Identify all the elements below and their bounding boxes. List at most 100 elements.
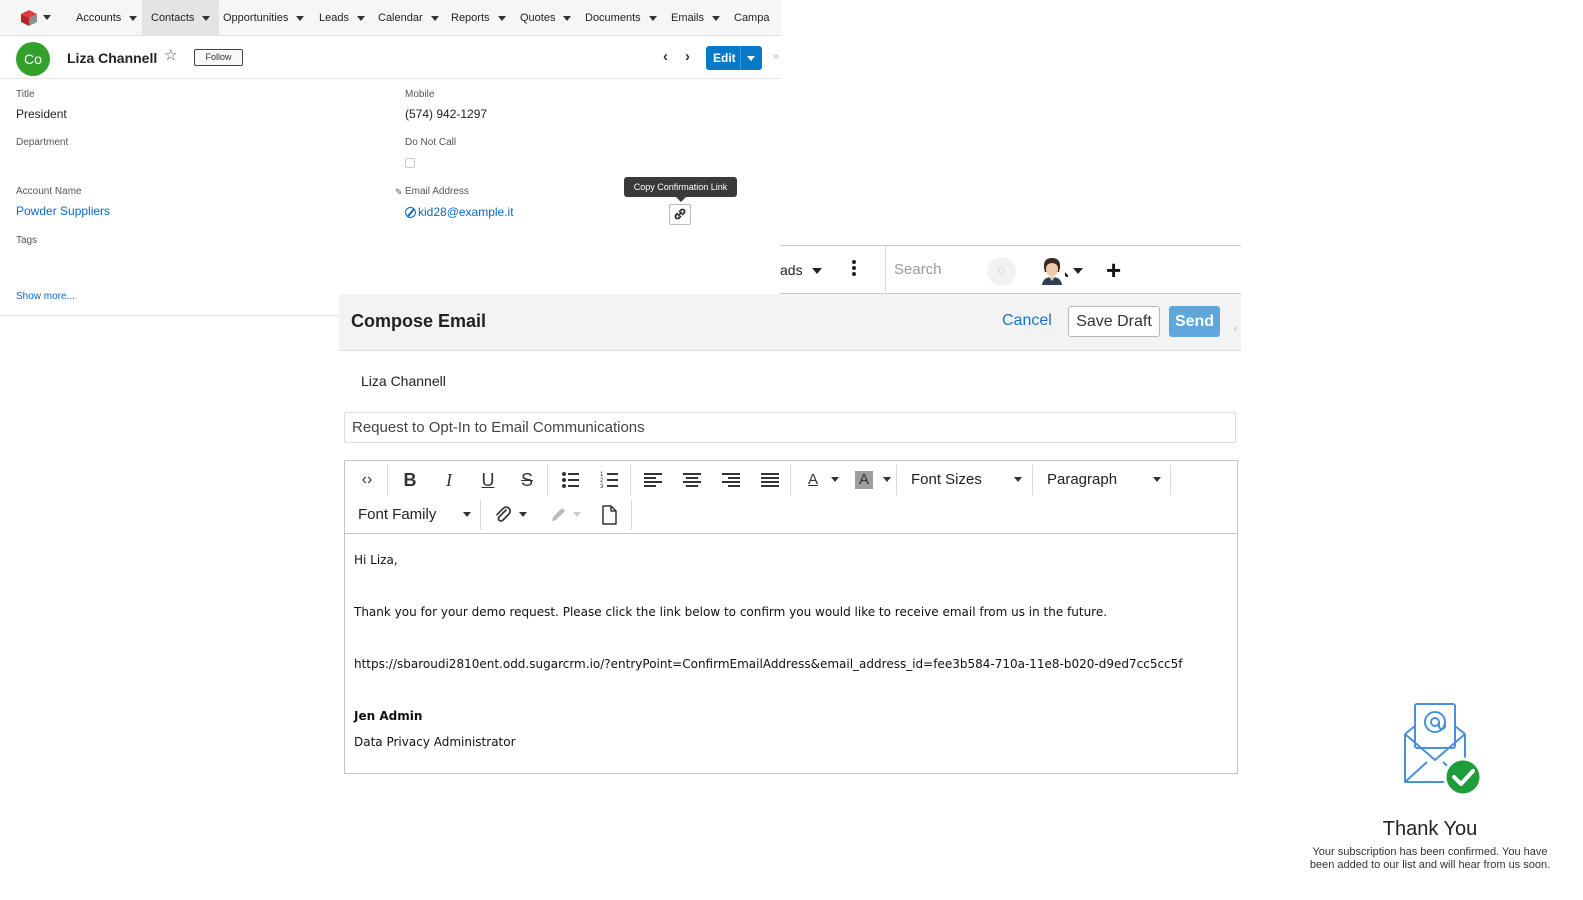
nav-tab-contacts[interactable]: Contacts [142, 0, 220, 36]
mobile-label: Mobile [405, 89, 435, 100]
toolbar-divider [547, 465, 548, 495]
nav-tab-label: Leads [319, 12, 349, 24]
title-value[interactable]: President [16, 107, 67, 121]
copy-confirmation-link-button[interactable] [669, 204, 691, 225]
chevron-down-icon[interactable] [519, 512, 527, 517]
strikethrough-icon[interactable]: S [514, 467, 540, 493]
nav-tab-documents[interactable]: Documents [585, 0, 657, 36]
chevron-down-icon[interactable] [812, 268, 822, 274]
align-justify-icon[interactable] [757, 467, 783, 493]
more-options-icon[interactable] [852, 260, 856, 280]
nav-tab-campaigns[interactable]: Campa [734, 0, 769, 36]
text-color-icon[interactable]: A [800, 467, 826, 493]
nav-tab-reports[interactable]: Reports [451, 0, 506, 36]
background-color-icon[interactable]: A [855, 471, 873, 489]
follow-button[interactable]: Follow [194, 49, 243, 66]
edit-button-label: Edit [713, 51, 736, 65]
thank-you-message-line: Your subscription has been confirmed. Yo… [1312, 846, 1548, 858]
edit-button[interactable]: Edit [706, 46, 762, 70]
source-code-icon[interactable]: ‹› [354, 467, 380, 493]
nav-tab-leads[interactable]: Leads [319, 0, 365, 36]
editor-toolbar: ‹› B I U S 123 A A Font Sizes Paragraph … [345, 461, 1237, 534]
actions-caret-icon[interactable] [747, 56, 755, 61]
align-right-icon[interactable] [718, 467, 744, 493]
tags-label: Tags [16, 235, 38, 246]
nav-tab-label: Emails [671, 12, 705, 24]
send-button[interactable]: Send [1169, 306, 1220, 337]
favorite-star-icon[interactable]: ☆ [164, 48, 177, 64]
toolbar-divider [387, 465, 388, 495]
contact-avatar: Co [16, 42, 50, 76]
edit-button-divider [740, 46, 741, 70]
toolbar-divider [1170, 465, 1171, 495]
email-address-label: Email Address [405, 186, 469, 197]
chevron-down-icon[interactable] [831, 477, 839, 482]
sugar-cube-logo-icon[interactable] [20, 9, 38, 27]
show-more-link[interactable]: Show more... [16, 291, 75, 302]
chevron-down-icon[interactable] [1153, 477, 1161, 482]
numbered-list-icon[interactable]: 123 [597, 467, 623, 493]
account-name-link[interactable]: Powder Suppliers [16, 204, 110, 218]
next-record-chevron-icon[interactable]: › [685, 49, 690, 65]
nav-tab-accounts[interactable]: Accounts [76, 0, 138, 36]
nav-tab-calendar[interactable]: Calendar [378, 0, 439, 36]
template-document-icon[interactable] [596, 502, 622, 528]
font-family-select[interactable]: Font Family [358, 502, 436, 528]
user-avatar[interactable] [1039, 255, 1065, 285]
notifications-badge[interactable]: 0 [987, 257, 1016, 286]
compose-email-panel: ads 0 + Compose Email Cancel Save Draft … [339, 245, 1241, 775]
pencil-icon[interactable]: ✎ [395, 187, 403, 198]
nav-tab-label: Quotes [520, 12, 556, 24]
chevron-down-icon [497, 15, 506, 21]
compose-header: Compose Email Cancel Save Draft Send ‹ [339, 294, 1241, 351]
logo-menu-caret-icon[interactable] [43, 15, 51, 20]
title-label: Title [16, 89, 35, 100]
cancel-button[interactable]: Cancel [1002, 312, 1052, 330]
align-center-icon[interactable] [679, 467, 705, 493]
align-left-icon[interactable] [640, 467, 666, 493]
chevron-down-icon [296, 15, 305, 21]
collapse-sidebar-icon[interactable]: » [773, 51, 779, 62]
email-address-link[interactable]: kid28@example.it [418, 205, 514, 219]
chevron-down-icon[interactable] [1014, 477, 1022, 482]
app-top-bar: ads 0 + [780, 245, 1241, 294]
italic-icon[interactable]: I [436, 467, 462, 493]
nav-tab-opportunities[interactable]: Opportunities [223, 0, 305, 36]
user-menu-caret-icon[interactable] [1073, 268, 1083, 274]
paragraph-select[interactable]: Paragraph [1047, 467, 1117, 493]
chevron-down-icon [129, 15, 138, 21]
nav-tab-emails[interactable]: Emails [671, 0, 721, 36]
signature-title: Data Privacy Administrator [354, 735, 516, 749]
previous-record-chevron-icon[interactable]: ‹ [663, 49, 668, 65]
nav-tab-label: Documents [585, 12, 641, 24]
attachment-icon[interactable] [490, 502, 516, 528]
quick-create-plus-icon[interactable]: + [1106, 257, 1121, 283]
toolbar-divider [896, 465, 897, 495]
chevron-down-icon[interactable] [573, 512, 581, 517]
side-panel-toggle-icon[interactable]: ‹ [1234, 323, 1237, 333]
email-body[interactable]: Hi Liza, Thank you for your demo request… [354, 547, 1224, 755]
chevron-down-icon[interactable] [883, 477, 891, 482]
subject-field[interactable]: Request to Opt-In to Email Communication… [344, 412, 1236, 443]
font-sizes-select[interactable]: Font Sizes [911, 467, 982, 493]
bulleted-list-icon[interactable] [558, 467, 584, 493]
bold-icon[interactable]: B [397, 467, 423, 493]
page-title: Compose Email [351, 311, 487, 331]
copy-confirmation-tooltip: Copy Confirmation Link [624, 177, 737, 202]
opt-out-status-icon [405, 207, 416, 218]
toolbar-divider [480, 500, 481, 530]
toolbar-divider [630, 465, 631, 495]
search-input[interactable] [886, 246, 1046, 293]
save-draft-button[interactable]: Save Draft [1068, 306, 1160, 337]
underline-icon[interactable]: U [475, 467, 501, 493]
nav-tab-quotes[interactable]: Quotes [520, 0, 572, 36]
recipient-pill[interactable]: Liza Channell [361, 373, 446, 389]
confirmation-panel: Thank You Your subscription has been con… [1290, 700, 1570, 880]
toolbar-divider [631, 500, 632, 530]
chevron-down-icon[interactable] [463, 512, 471, 517]
nav-tab-leads-partial[interactable]: ads [780, 246, 803, 295]
do-not-call-checkbox[interactable] [405, 158, 415, 168]
mobile-value[interactable]: (574) 942-1297 [405, 107, 487, 121]
confirmation-link[interactable]: https://sbaroudi2810ent.odd.sugarcrm.io/… [354, 651, 1224, 677]
signature-pen-icon[interactable] [545, 502, 571, 528]
